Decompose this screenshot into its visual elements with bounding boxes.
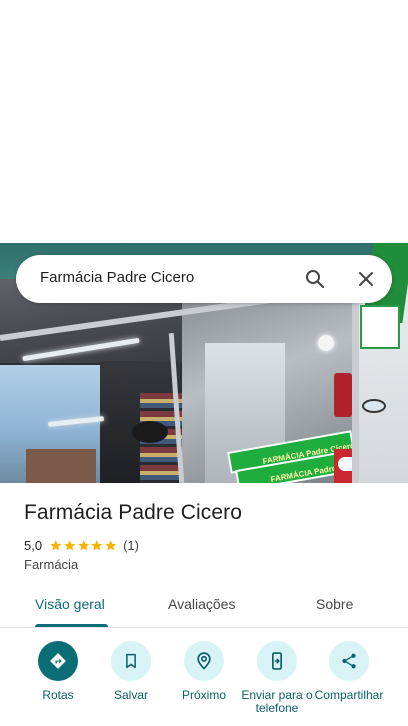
rating-value: 5,0: [24, 537, 43, 553]
share-label: Compartilhar: [314, 688, 384, 702]
nearby-icon: [197, 652, 211, 670]
directions-label: Rotas: [42, 688, 74, 702]
star-icon: [91, 539, 103, 550]
nearby-label: Próximo: [181, 688, 226, 702]
star-icon: [64, 539, 76, 550]
star-icon: [50, 539, 62, 550]
tab-bar: Visão geral Avaliações Sobre: [0, 584, 408, 628]
bookmark-icon: [126, 653, 136, 669]
close-icon[interactable]: [354, 267, 378, 291]
search-icon[interactable]: [303, 267, 327, 291]
tab-about[interactable]: Sobre: [316, 596, 353, 612]
share-icon: [342, 653, 356, 669]
review-count[interactable]: (1): [123, 538, 139, 553]
place-category: Farmácia: [24, 557, 79, 572]
rating-row[interactable]: 5,0 (1): [24, 537, 139, 553]
star-icon: [78, 539, 89, 550]
nearby-button[interactable]: Próximo: [164, 641, 244, 702]
place-title: Farmácia Padre Cicero: [24, 501, 243, 524]
send-to-phone-label: Enviar para o telefone: [241, 688, 313, 715]
star-rating: [49, 539, 118, 552]
send-to-phone-icon: [272, 652, 282, 670]
directions-button[interactable]: Rotas: [18, 641, 98, 702]
tab-reviews[interactable]: Avaliações: [168, 596, 235, 612]
save-button[interactable]: Salvar: [91, 641, 171, 702]
search-bar[interactable]: Farmácia Padre Cicero: [16, 255, 392, 303]
map-area: [0, 0, 408, 243]
tab-indicator: [35, 624, 108, 627]
directions-icon: [50, 653, 66, 669]
save-label: Salvar: [113, 688, 148, 702]
tab-overview[interactable]: Visão geral: [35, 596, 105, 612]
search-input[interactable]: Farmácia Padre Cicero: [40, 269, 194, 286]
send-to-phone-button[interactable]: Enviar para o telefone: [237, 641, 317, 715]
share-button[interactable]: Compartilhar: [309, 641, 389, 702]
star-icon: [105, 539, 117, 550]
